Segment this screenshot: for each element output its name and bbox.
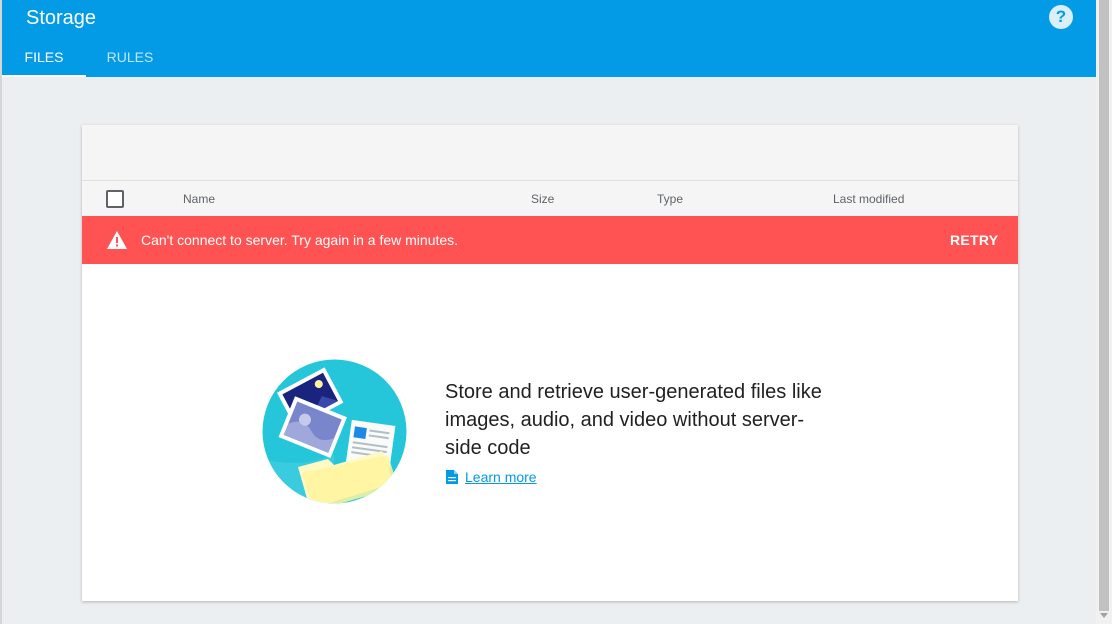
tab-rules[interactable]: RULES xyxy=(86,38,174,77)
scroll-down-arrow-icon[interactable] xyxy=(1100,613,1108,618)
help-icon[interactable]: ? xyxy=(1049,5,1073,29)
scrollbar-thumb[interactable] xyxy=(1099,0,1109,611)
retry-button[interactable]: RETRY xyxy=(950,231,998,249)
empty-state-text: Store and retrieve user-generated files … xyxy=(445,381,822,459)
files-toolbar xyxy=(82,125,1018,181)
page-scrollbar[interactable] xyxy=(1096,0,1112,624)
storage-illustration xyxy=(262,359,407,504)
tab-files[interactable]: FILES xyxy=(2,38,86,77)
app-header: Storage ? FILES RULES xyxy=(2,0,1096,77)
learn-more-text[interactable]: Learn more xyxy=(465,468,537,486)
select-all-checkbox[interactable] xyxy=(106,190,124,208)
error-banner: Can't connect to server. Try again in a … xyxy=(82,216,1018,264)
column-type[interactable]: Type xyxy=(657,191,683,207)
column-last-modified[interactable]: Last modified xyxy=(833,191,904,207)
warning-icon xyxy=(107,231,127,249)
window-edge xyxy=(0,0,2,624)
document-icon xyxy=(446,470,458,484)
files-card: Name Size Type Last modified Can't conne… xyxy=(82,125,1018,601)
column-size[interactable]: Size xyxy=(531,191,554,207)
page-title: Storage xyxy=(26,7,97,29)
table-header: Name Size Type Last modified xyxy=(82,181,1018,216)
column-name[interactable]: Name xyxy=(183,191,215,207)
error-message: Can't connect to server. Try again in a … xyxy=(141,232,459,248)
